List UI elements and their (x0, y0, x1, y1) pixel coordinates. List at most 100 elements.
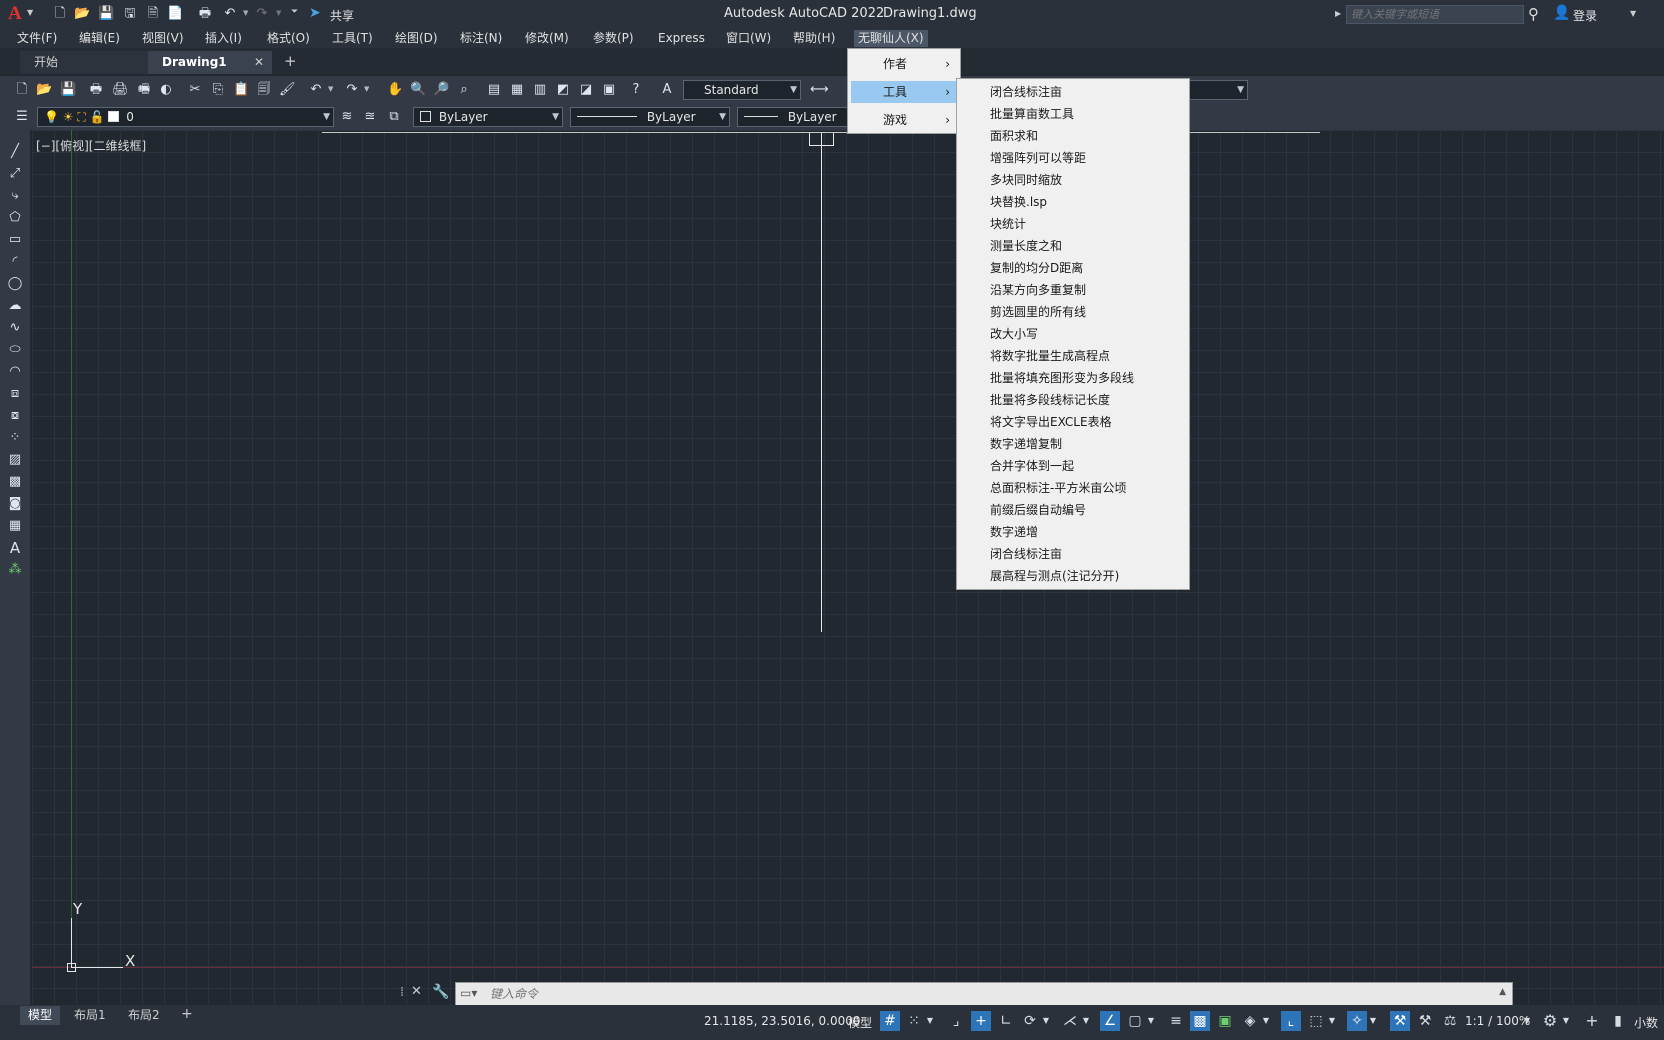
redo-dropdown-icon[interactable]: ▼ (276, 9, 281, 17)
infer-constraints-icon[interactable]: ⌟ (946, 1011, 966, 1031)
close-command-icon[interactable]: ✕ (411, 984, 422, 999)
plot-icon[interactable]: 🖶 (88, 82, 104, 98)
close-tab-icon[interactable]: ✕ (254, 51, 264, 74)
snap-mode-icon[interactable]: ⁙ (904, 1011, 924, 1031)
gizmo-icon[interactable]: ✧ (1347, 1011, 1367, 1031)
menu-tools[interactable]: 工具(T) (328, 30, 377, 47)
menu-help[interactable]: 帮助(H) (789, 30, 839, 47)
isometric-dropdown-icon[interactable]: ▼ (1080, 1011, 1092, 1031)
login-button[interactable]: 登录 (1573, 7, 1597, 24)
user-icon[interactable]: 👤 (1553, 5, 1570, 21)
autocad-logo[interactable]: A (8, 3, 22, 25)
sheet-set-icon[interactable]: ◩ (555, 82, 571, 98)
tools-item-15[interactable]: 批量将多段线标记长度 (957, 389, 1189, 411)
selection-filter-icon[interactable]: ⬚ (1306, 1011, 1326, 1031)
undo-dropdown-icon[interactable]: ▼ (328, 85, 333, 93)
object-snap-icon[interactable]: ▢ (1125, 1011, 1145, 1031)
color-select[interactable]: ByLayer ▼ (413, 107, 563, 127)
layer-properties-icon[interactable]: ☰ (14, 109, 30, 125)
snap-dropdown-icon[interactable]: ▼ (924, 1011, 936, 1031)
polygon-icon[interactable]: ⬠ (7, 210, 23, 226)
tools-item-23[interactable]: 展高程与测点(注记分开) (957, 565, 1189, 587)
insert-block-icon[interactable]: ⧈ (7, 386, 23, 402)
save-web-icon[interactable]: 📄 (167, 6, 183, 22)
new-file-icon[interactable]: 🗋 (52, 6, 68, 22)
annotation-scale-icon[interactable]: ⚖ (1440, 1011, 1460, 1031)
tools-item-4[interactable]: 增强阵列可以等距 (957, 147, 1189, 169)
text-style-select[interactable]: Standard ▼ (683, 80, 801, 100)
pan-icon[interactable]: ✋ (387, 82, 403, 98)
revision-cloud-icon[interactable]: ☁ (7, 298, 23, 314)
search-expand-icon[interactable]: ▶ (1335, 9, 1341, 18)
menu-dimension[interactable]: 标注(N) (456, 30, 506, 47)
hatch-icon[interactable]: ▨ (7, 452, 23, 468)
menu-wuliao-xianren[interactable]: 无聊仙人(X) (854, 30, 928, 47)
layout-tab-model[interactable]: 模型 (20, 1006, 61, 1025)
menu-express[interactable]: Express (654, 30, 709, 47)
make-block-icon[interactable]: ⧇ (7, 408, 23, 424)
share-icon[interactable]: ➤ (309, 5, 321, 21)
auto-scale-icon[interactable]: ⚒ (1415, 1011, 1435, 1031)
cut-icon[interactable]: ✂ (187, 82, 203, 98)
osnap-dropdown-icon[interactable]: ▼ (1145, 1011, 1157, 1031)
tools-item-12[interactable]: 改大小写 (957, 323, 1189, 345)
open-icon[interactable]: 📂 (36, 82, 52, 98)
menu-file[interactable]: 文件(F) (13, 30, 61, 47)
open-web-icon[interactable]: 🗎 (145, 6, 161, 22)
redo-dropdown-icon[interactable]: ▼ (364, 85, 369, 93)
menu-item-author[interactable]: 作者 › (848, 53, 960, 75)
zoom-window-icon[interactable]: 🔎 (433, 82, 449, 98)
gradient-icon[interactable]: ▩ (7, 474, 23, 490)
plus-icon[interactable]: + (1582, 1011, 1602, 1031)
ellipse-arc-icon[interactable]: ◠ (7, 364, 23, 380)
filter-dropdown-icon[interactable]: ▼ (1326, 1011, 1338, 1031)
undo-icon[interactable]: ↶ (308, 82, 324, 98)
redo-icon[interactable]: ↷ (344, 82, 360, 98)
tools-item-18[interactable]: 合并字体到一起 (957, 455, 1189, 477)
layer-state-icon[interactable]: ⧉ (386, 109, 402, 125)
zoom-realtime-icon[interactable]: 🔍 (410, 82, 426, 98)
plot-preview-icon[interactable]: 🖨 (112, 82, 129, 98)
match-properties-icon[interactable]: 🗐 (256, 82, 272, 98)
zoom-previous-icon[interactable]: ⌕ (456, 82, 472, 98)
menu-modify[interactable]: 修改(M) (521, 30, 573, 47)
help-icon[interactable]: ? (628, 82, 644, 98)
multiline-text-icon[interactable]: A (7, 540, 23, 556)
line-icon[interactable]: ╱ (7, 144, 23, 160)
tools-item-16[interactable]: 将文字导出EXCLE表格 (957, 411, 1189, 433)
menu-view[interactable]: 视图(V) (138, 30, 188, 47)
model-space-button[interactable]: 模型 (848, 1014, 872, 1031)
tools-item-17[interactable]: 数字递增复制 (957, 433, 1189, 455)
tools-item-11[interactable]: 剪选圆里的所有线 (957, 301, 1189, 323)
tab-start[interactable]: 开始 (20, 51, 150, 74)
tools-item-2[interactable]: 批量算亩数工具 (957, 103, 1189, 125)
units-value[interactable]: 小数 (1634, 1014, 1658, 1031)
menu-parametric[interactable]: 参数(P) (589, 30, 638, 47)
annotation-visibility-icon[interactable]: ⚒ (1390, 1011, 1410, 1031)
linetype-select[interactable]: ByLayer ▼ (570, 107, 730, 127)
scale-dropdown-icon[interactable]: ▼ (1521, 1011, 1533, 1031)
layout-tab-layout1[interactable]: 布局1 (66, 1006, 114, 1025)
customize-quick-access-icon[interactable]: ⏷ (291, 7, 298, 17)
workspace-dropdown-icon[interactable]: ▼ (1560, 1011, 1572, 1031)
add-layout-button[interactable]: + (181, 1006, 193, 1022)
copy-icon[interactable]: ⎘ (210, 82, 226, 98)
selection-cycling-icon[interactable]: ▣ (1215, 1011, 1235, 1031)
lineweight-icon[interactable]: ≡ (1166, 1011, 1186, 1031)
properties-icon[interactable]: ▤ (486, 82, 502, 98)
menu-insert[interactable]: 插入(I) (201, 30, 246, 47)
text-style-icon[interactable]: A (659, 82, 675, 98)
plot-icon[interactable]: 🖶 (197, 6, 213, 22)
lineweight-select[interactable]: ByLayer (737, 107, 847, 127)
qnew-icon[interactable]: 🗋 (14, 82, 30, 98)
rectangle-icon[interactable]: ▭ (7, 232, 23, 248)
tools-item-22[interactable]: 闭合线标注亩 (957, 543, 1189, 565)
tool-palettes-icon[interactable]: ▥ (532, 82, 548, 98)
undo-dropdown-icon[interactable]: ▼ (243, 9, 248, 17)
new-tab-button[interactable]: + (284, 52, 297, 70)
paste-icon[interactable]: 📋 (233, 82, 249, 98)
menu-edit[interactable]: 编辑(E) (75, 30, 124, 47)
tools-item-8[interactable]: 测量长度之和 (957, 235, 1189, 257)
design-center-icon[interactable]: ▦ (509, 82, 525, 98)
transparency-icon[interactable]: ▩ (1190, 1011, 1210, 1031)
